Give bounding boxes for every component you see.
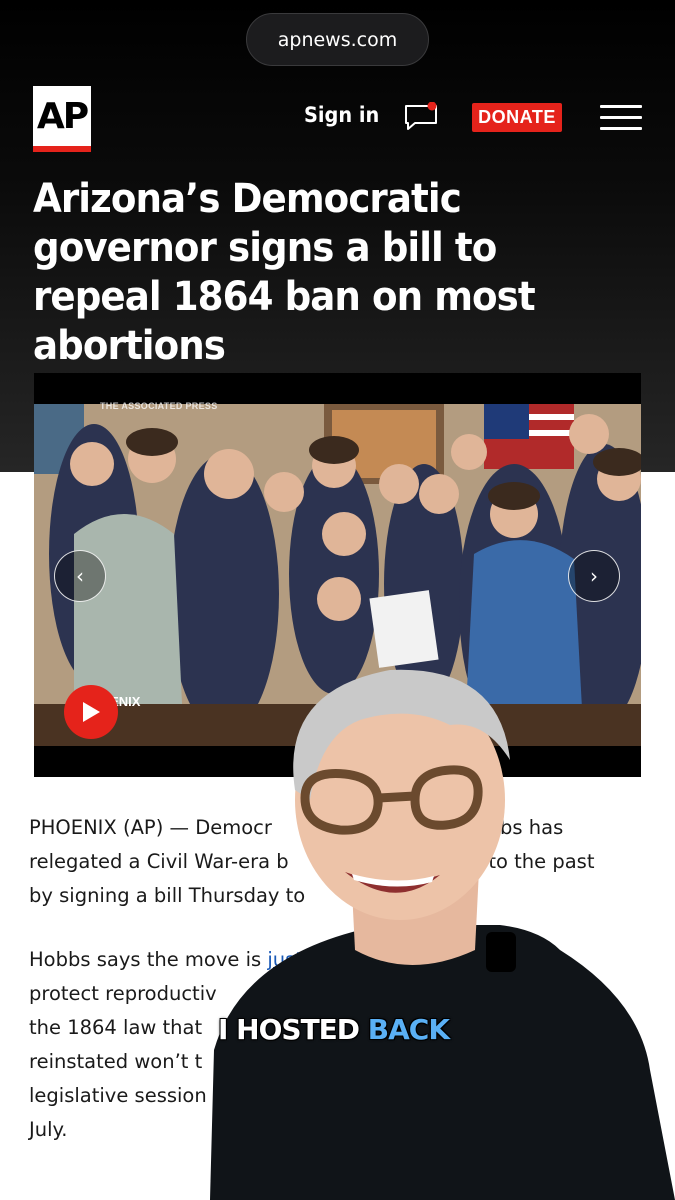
donate-button[interactable]: DONATE bbox=[472, 103, 562, 132]
next-slide-button[interactable]: › bbox=[568, 550, 620, 602]
video-caption: I HOSTED BACK bbox=[218, 1013, 450, 1046]
address-bar[interactable]: apnews.com bbox=[246, 13, 429, 66]
article-headline: Arizona’s Democratic governor signs a bi… bbox=[33, 176, 536, 369]
previous-slide-button[interactable]: ‹ bbox=[54, 550, 106, 602]
hamburger-menu-icon[interactable] bbox=[600, 105, 642, 131]
chevron-left-icon: ‹ bbox=[76, 564, 84, 588]
video-watermark: THE ASSOCIATED PRESS bbox=[100, 401, 218, 411]
ap-logo[interactable]: AP bbox=[33, 86, 91, 152]
chat-notification-icon[interactable] bbox=[404, 102, 440, 132]
chevron-right-icon: › bbox=[590, 564, 598, 588]
play-button[interactable] bbox=[64, 685, 118, 739]
sign-in-link[interactable]: Sign in bbox=[304, 103, 379, 127]
presenter-overlay bbox=[210, 669, 675, 1200]
play-icon bbox=[83, 702, 100, 722]
